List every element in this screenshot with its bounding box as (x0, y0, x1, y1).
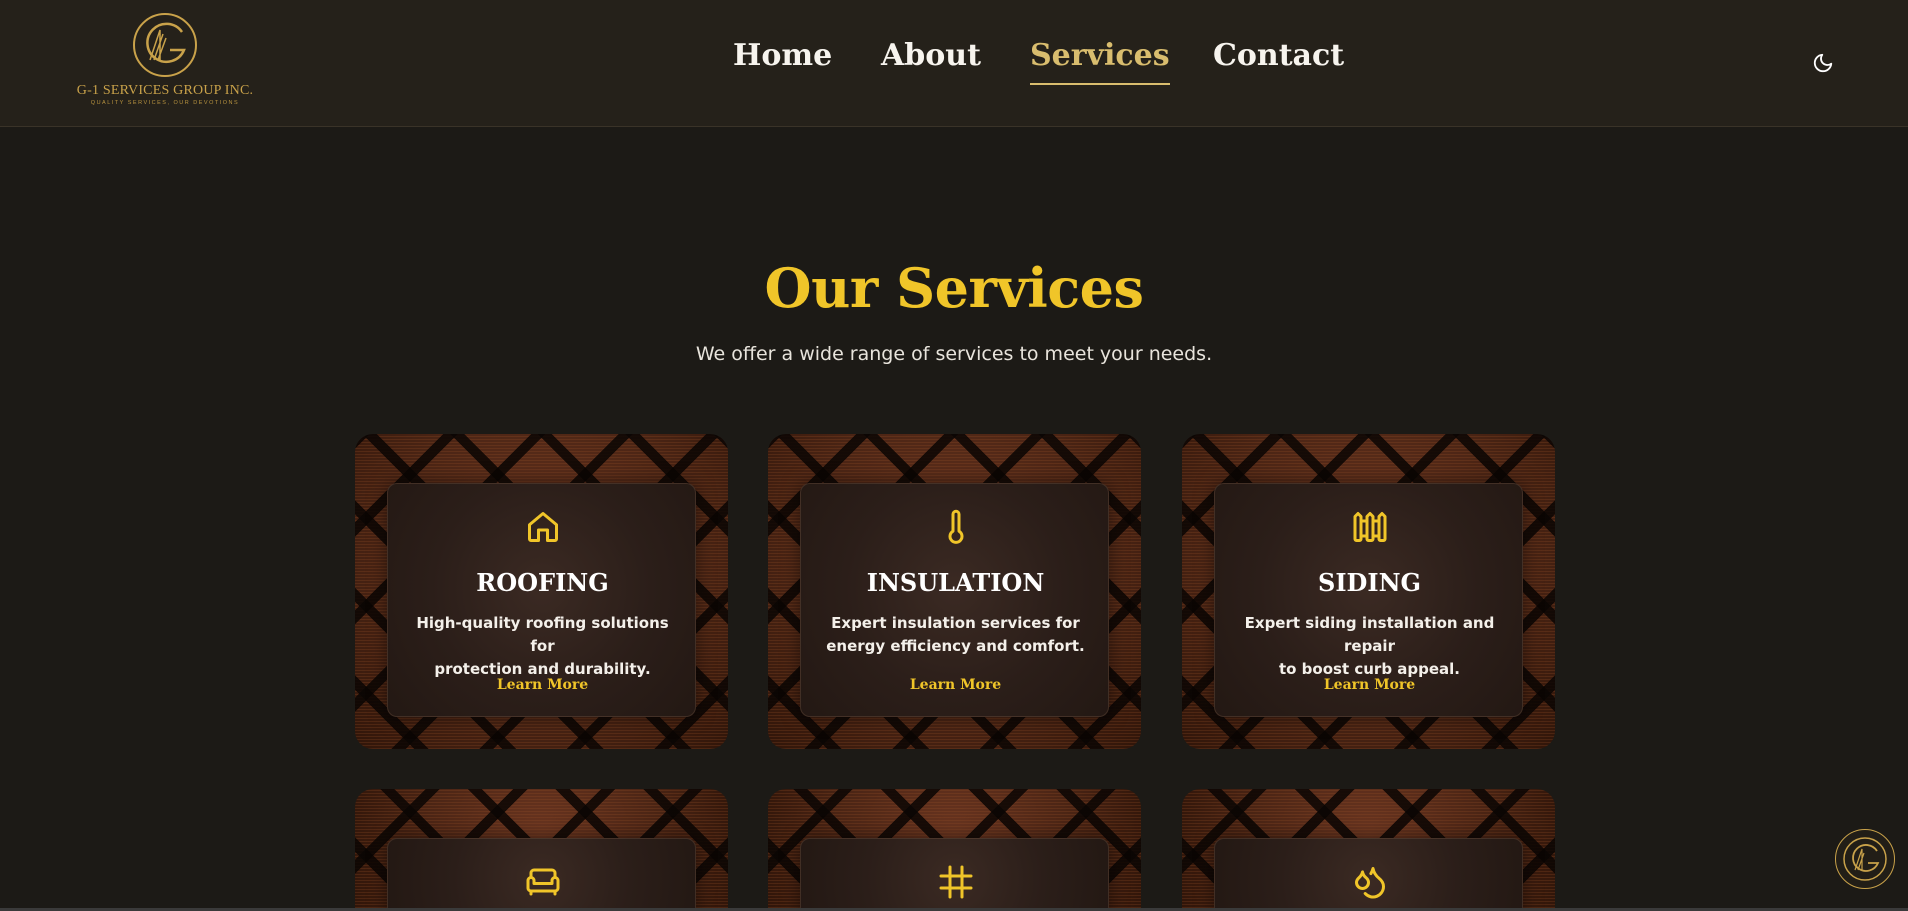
service-card-panel (387, 838, 696, 911)
nav-contact[interactable]: Contact (1213, 38, 1344, 73)
service-description-line: protection and durability. (434, 660, 651, 678)
service-description: Expert siding installation and repair to… (1235, 612, 1504, 681)
service-card-roofing[interactable]: ROOFING High-quality roofing solutions f… (355, 434, 728, 749)
service-title: SIDING (1317, 568, 1422, 597)
learn-more-link[interactable]: Learn More (1215, 677, 1524, 693)
service-card-framing[interactable] (768, 789, 1141, 911)
service-card-insulation[interactable]: INSULATION Expert insulation services fo… (768, 434, 1141, 749)
nav-home[interactable]: Home (733, 38, 832, 73)
service-description: Expert insulation services for energy ef… (821, 612, 1090, 658)
service-description-line: High-quality roofing solutions for (416, 614, 669, 655)
g1-logo-icon (1843, 837, 1887, 881)
nav-about[interactable]: About (881, 38, 981, 73)
service-description-line: Expert siding installation and repair (1244, 614, 1495, 655)
nav-services[interactable]: Services (1030, 38, 1170, 85)
service-card-panel (800, 838, 1109, 911)
service-description: High-quality roofing solutions for prote… (408, 612, 677, 681)
learn-more-link[interactable]: Learn More (388, 677, 697, 693)
service-description-line: to boost curb appeal. (1278, 660, 1461, 678)
floating-logo-button[interactable] (1835, 829, 1895, 889)
service-title: ROOFING (476, 568, 609, 597)
service-card-panel: ROOFING High-quality roofing solutions f… (387, 483, 696, 717)
service-card-siding[interactable]: SIDING Expert siding installation and re… (1182, 434, 1555, 749)
thermometer-icon (948, 509, 964, 544)
service-description-line: energy efficiency and comfort. (826, 637, 1085, 655)
droplets-icon (1355, 867, 1386, 899)
service-card-panel (1214, 838, 1523, 911)
grid-frame-icon (939, 865, 973, 899)
service-card-panel: SIDING Expert siding installation and re… (1214, 483, 1523, 717)
service-description-line: Expert insulation services for (831, 614, 1080, 632)
service-card-plumbing[interactable] (1182, 789, 1555, 911)
theme-toggle-moon-icon[interactable] (1812, 52, 1834, 74)
page-subtitle: We offer a wide range of services to mee… (695, 343, 1213, 365)
page-title: Our Services (764, 256, 1144, 320)
service-card-panel: INSULATION Expert insulation services fo… (800, 483, 1109, 717)
fence-icon (1353, 512, 1387, 542)
sofa-icon (526, 868, 560, 896)
learn-more-link[interactable]: Learn More (801, 677, 1110, 693)
main-nav: Home About Services Contact (0, 38, 1908, 88)
brand-tagline: QUALITY SERVICES, OUR DEVOTIONS (90, 100, 240, 106)
service-card-furniture[interactable] (355, 789, 728, 911)
service-title: INSULATION (866, 568, 1045, 597)
site-header: G-1 SERVICES GROUP INC. QUALITY SERVICES… (0, 0, 1908, 127)
house-icon (528, 512, 558, 542)
